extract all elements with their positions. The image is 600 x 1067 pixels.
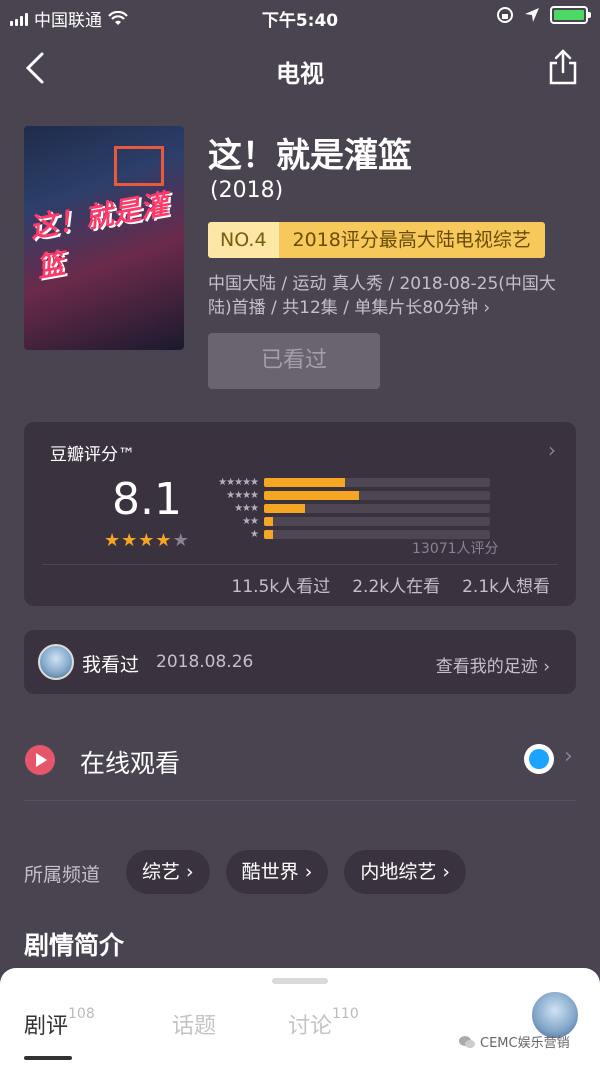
share-icon[interactable]	[546, 48, 580, 86]
distribution-track	[264, 491, 490, 500]
seen-card[interactable]: 我看过 2018.08.26 查看我的足迹 ›	[24, 630, 576, 694]
poster-image[interactable]: 这！就是灌篮	[24, 126, 184, 350]
avatar	[38, 644, 74, 680]
star-icon: ★	[172, 530, 190, 551]
rank-number: NO.4	[208, 222, 279, 258]
tab-discussion[interactable]: 讨论110	[288, 1006, 359, 1040]
distribution-bar	[264, 530, 274, 539]
distribution-row: ★★★★★	[204, 476, 504, 489]
show-meta[interactable]: 中国大陆 / 运动 真人秀 / 2018-08-25(中国大陆)首播 / 共12…	[208, 272, 578, 320]
watermark: CEMC娱乐营销	[458, 1032, 570, 1051]
stat-watching: 2.2k人在看	[352, 577, 441, 597]
divider	[42, 564, 558, 565]
seen-date: 2018.08.26	[156, 652, 254, 672]
show-title: 这！就是灌篮	[208, 136, 412, 176]
distribution-row: ★★★	[204, 502, 504, 515]
star-icon: ★	[121, 530, 139, 551]
rating-stars: ★★★★★	[104, 530, 190, 551]
rating-label: 豆瓣评分™	[50, 445, 135, 465]
channel-label: 所属频道	[24, 864, 101, 886]
rank-badge[interactable]: NO.4 2018评分最高大陆电视综艺	[208, 222, 545, 258]
drag-handle[interactable]	[272, 978, 328, 984]
distribution-stars: ★★	[242, 516, 259, 527]
watched-button[interactable]: 已看过	[208, 333, 380, 389]
rank-text: 2018评分最高大陆电视综艺	[278, 222, 545, 258]
divider	[24, 800, 576, 801]
distribution-row: ★★	[204, 515, 504, 528]
distribution-track	[264, 504, 490, 513]
location-icon	[525, 8, 539, 22]
distribution-stars: ★	[250, 529, 259, 540]
distribution-track	[264, 478, 490, 487]
star-icon: ★	[155, 530, 173, 551]
distribution-row: ★★★★	[204, 489, 504, 502]
rating-distribution: ★★★★★ ★★★★ ★★★ ★★ ★	[204, 476, 504, 541]
distribution-bar	[264, 504, 305, 513]
chevron-right-icon: ›	[548, 438, 556, 462]
distribution-bar	[264, 478, 346, 487]
page-title: 电视	[276, 60, 324, 88]
show-year: (2018)	[210, 178, 284, 203]
platform-icon	[524, 744, 554, 774]
status-right	[496, 6, 591, 24]
tab-underline	[24, 1056, 72, 1060]
poster-logo: 这！就是灌篮	[27, 187, 171, 285]
rating-stats: 11.5k人看过 2.2k人在看 2.1k人想看	[232, 572, 550, 597]
channel-chip[interactable]: 综艺 ›	[126, 850, 210, 894]
tab-topics[interactable]: 话题	[172, 1008, 216, 1040]
distribution-bar	[264, 491, 359, 500]
rating-count: 13071人评分	[412, 541, 499, 557]
distribution-stars: ★★★★★	[218, 477, 259, 488]
distribution-stars: ★★★★	[226, 490, 259, 501]
rating-card[interactable]: 豆瓣评分™ › 8.1 ★★★★★ ★★★★★ ★★★★ ★★★ ★★ ★ 13071人…	[24, 422, 576, 606]
watch-online-label: 在线观看	[80, 749, 181, 778]
star-icon: ★	[138, 530, 156, 551]
play-icon	[25, 745, 55, 775]
chevron-right-icon: ›	[564, 744, 573, 769]
bottom-sheet[interactable]: 剧评108 话题 讨论110	[0, 968, 600, 1067]
distribution-bar	[264, 517, 274, 526]
star-icon: ★	[104, 530, 122, 551]
distribution-stars: ★★★	[234, 503, 259, 514]
footprint-link[interactable]: 查看我的足迹 ›	[436, 652, 550, 677]
wechat-icon	[459, 1035, 475, 1048]
battery-icon	[550, 6, 591, 24]
poster-hoop-graphic	[114, 146, 164, 186]
nav-bar: 电视	[0, 34, 600, 102]
channel-chips: 综艺 › 酷世界 › 内地综艺 ›	[126, 850, 466, 894]
seen-label: 我看过	[82, 654, 140, 676]
stat-want: 2.1k人想看	[462, 577, 550, 597]
footprint-label: 查看我的足迹	[435, 657, 538, 677]
tab-reviews[interactable]: 剧评108	[24, 1006, 95, 1040]
channel-chip[interactable]: 内地综艺 ›	[344, 850, 466, 894]
distribution-track	[264, 517, 490, 526]
stat-watched: 11.5k人看过	[231, 577, 331, 597]
rating-score: 8.1	[112, 474, 182, 525]
status-bar: 中国联通 下午5:40	[0, 0, 600, 34]
rotation-lock-icon	[497, 7, 513, 23]
plot-title: 剧情简介	[24, 931, 125, 960]
watch-online-row[interactable]: 在线观看 ›	[0, 724, 600, 800]
channel-chip[interactable]: 酷世界 ›	[225, 850, 329, 894]
